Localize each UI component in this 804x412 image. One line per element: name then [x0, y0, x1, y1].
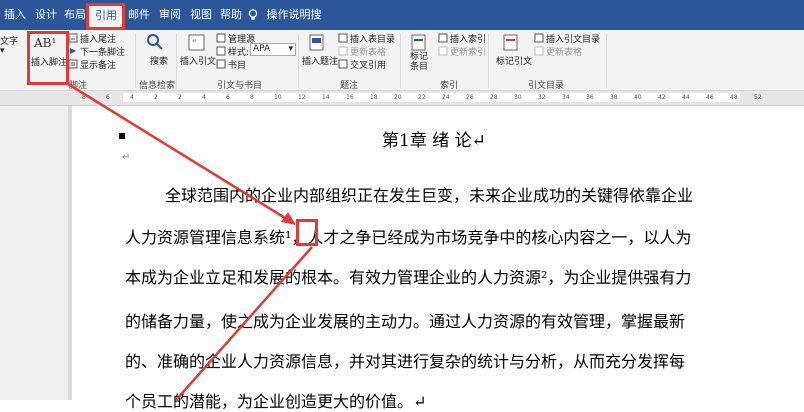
annotation-arrow-line-2	[175, 246, 313, 400]
annotation-arrows	[67, 82, 313, 400]
annotation-arrow-head	[281, 212, 296, 225]
annotation-arrow-line	[67, 82, 291, 223]
